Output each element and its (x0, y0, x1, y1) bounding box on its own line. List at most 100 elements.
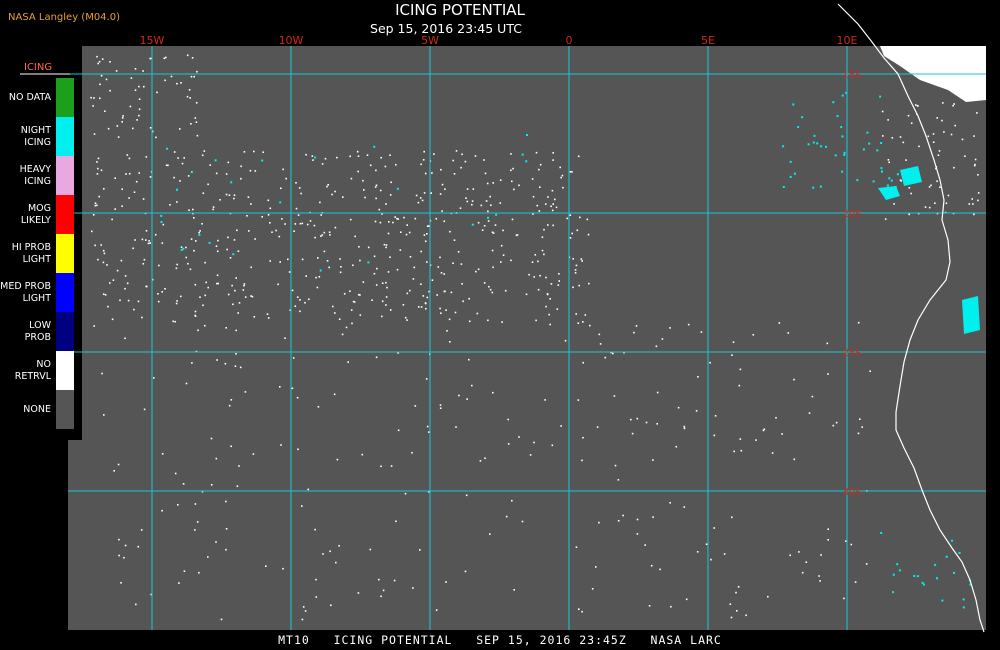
speckle (380, 595, 382, 598)
speckle (710, 558, 712, 561)
speckle (367, 261, 370, 264)
speckle (237, 250, 240, 252)
speckle (631, 432, 634, 435)
speckle (185, 256, 187, 259)
speckle (326, 260, 329, 262)
speckle (534, 254, 537, 256)
speckle (109, 89, 111, 92)
speckle (373, 255, 376, 258)
speckle (400, 231, 402, 233)
speckle (454, 311, 457, 314)
speckle (489, 195, 491, 198)
speckle (492, 232, 495, 234)
speckle (309, 220, 312, 222)
speckle (104, 294, 107, 296)
speckle (195, 102, 198, 104)
speckle (575, 546, 578, 548)
speckle (174, 472, 177, 475)
speckle (581, 459, 583, 462)
speckle (521, 153, 524, 156)
speckle (420, 283, 422, 285)
speckle (225, 327, 227, 329)
speckle (934, 563, 937, 566)
speckle (477, 268, 480, 271)
speckle (622, 514, 624, 517)
speckle (299, 222, 302, 225)
speckle (417, 201, 420, 204)
speckle (732, 341, 735, 343)
speckle (423, 192, 426, 194)
speckle (357, 155, 360, 157)
speckle (204, 324, 206, 327)
speckle (195, 240, 197, 242)
legend-swatch (56, 78, 74, 117)
speckle (235, 329, 237, 332)
speckle (149, 127, 152, 129)
speckle (566, 217, 568, 220)
speckle (226, 248, 228, 251)
speckle (589, 324, 591, 327)
speckle (543, 228, 545, 231)
speckle (406, 292, 409, 295)
speckle (425, 378, 428, 380)
speckle (250, 203, 252, 205)
speckle (180, 246, 183, 248)
speckle (525, 293, 528, 296)
speckle (227, 293, 230, 296)
speckle (713, 527, 715, 529)
speckle (194, 310, 197, 313)
speckle (468, 358, 470, 361)
speckle (930, 184, 932, 187)
speckle (253, 316, 256, 318)
latitude-label: 25S (842, 348, 861, 359)
speckle (170, 75, 173, 78)
map-background (68, 46, 986, 630)
speckle (166, 147, 169, 150)
speckle (347, 361, 349, 363)
speckle (869, 370, 871, 372)
speckle (449, 230, 451, 233)
speckle (271, 231, 273, 233)
speckle (193, 217, 195, 219)
speckle (843, 153, 846, 156)
speckle (539, 163, 542, 166)
speckle (650, 564, 653, 567)
speckle (207, 286, 209, 289)
speckle (928, 206, 931, 209)
speckle (740, 449, 743, 452)
speckle (155, 136, 157, 139)
speckle (936, 577, 938, 580)
speckle (580, 258, 583, 260)
speckle (782, 186, 785, 188)
speckle (354, 235, 356, 238)
speckle (390, 181, 392, 184)
speckle (723, 553, 726, 555)
latitude-label: 15S (842, 70, 861, 81)
speckle (512, 167, 514, 170)
speckle (300, 192, 302, 195)
legend-swatch (56, 390, 74, 429)
speckle (92, 105, 94, 107)
speckle (162, 223, 165, 226)
speckle (374, 186, 377, 188)
speckle (385, 304, 387, 306)
speckle (176, 188, 178, 191)
speckle (739, 368, 742, 371)
speckle (587, 233, 590, 236)
speckle (134, 89, 137, 91)
speckle (116, 125, 119, 127)
speckle (288, 271, 291, 273)
speckle (375, 169, 377, 172)
speckle (282, 567, 284, 570)
speckle (138, 98, 141, 100)
speckle (537, 288, 540, 291)
speckle (932, 133, 935, 135)
speckle (892, 573, 895, 576)
speckle (834, 154, 837, 157)
speckle (362, 281, 365, 283)
speckle (212, 208, 214, 211)
speckle (546, 293, 549, 296)
speckle (233, 194, 236, 196)
speckle (210, 437, 213, 440)
speckle (275, 229, 277, 232)
